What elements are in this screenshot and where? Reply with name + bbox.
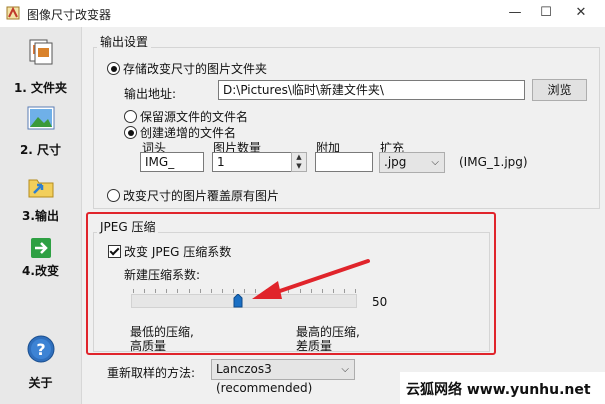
window-title: 图像尺寸改变器 <box>27 8 112 22</box>
sidebar-item-label: 1. 文件夹 <box>13 81 68 95</box>
sidebar-item-label: 2. 尺寸 <box>19 143 62 157</box>
keep-name-label: 保留源文件的文件名 <box>140 110 249 124</box>
minimize-button[interactable]: — <box>507 5 523 21</box>
app-icon <box>6 6 20 20</box>
output-address-input[interactable]: D:\Pictures\临时\新建文件夹\ <box>218 80 525 100</box>
output-folder-icon <box>28 179 54 198</box>
prefix-input[interactable]: IMG_ <box>140 152 204 172</box>
slider-tick <box>232 289 234 293</box>
folder-document-icon <box>29 39 53 65</box>
resample-label: 重新取样的方法: <box>107 366 196 380</box>
overwrite-radio[interactable] <box>107 189 120 202</box>
title-bar: 图像尺寸改变器 — ☐ ✕ <box>0 0 605 27</box>
resample-select[interactable]: Lanczos3 (recommended) ⌵ <box>211 359 355 395</box>
image-count-stepper[interactable]: ▲ ▼ <box>291 152 307 172</box>
compression-slider-label: 新建压缩系数: <box>124 268 201 282</box>
slider-tick <box>155 289 157 293</box>
overwrite-label: 改变尺寸的图片覆盖原有图片 <box>123 189 280 203</box>
image-count-input[interactable]: 1 <box>212 152 292 172</box>
suffix-input[interactable] <box>315 152 373 172</box>
browse-button[interactable]: 浏览 <box>532 79 587 101</box>
slider-tick <box>210 289 212 293</box>
close-button[interactable]: ✕ <box>573 5 589 21</box>
slider-tick <box>144 289 146 293</box>
stepper-down-icon[interactable]: ▼ <box>292 162 306 171</box>
sidebar-item-about[interactable]: ? 关于 <box>0 332 81 394</box>
output-settings-title: 输出设置 <box>97 33 152 50</box>
stepper-up-icon[interactable]: ▲ <box>292 153 306 162</box>
resample-value: Lanczos3 (recommended) <box>216 362 313 395</box>
sidebar-item-label: 3.输出 <box>22 209 59 223</box>
low-compression-label-2: 高质量 <box>130 339 167 353</box>
output-address-label: 输出地址: <box>124 87 177 101</box>
high-compression-label-2: 差质量 <box>296 339 333 353</box>
slider-tick <box>166 289 168 293</box>
slider-tick <box>177 289 179 293</box>
slider-tick <box>133 289 134 293</box>
slider-tick <box>221 289 223 293</box>
annotation-arrow-icon <box>252 259 370 299</box>
extension-select[interactable]: .jpg ⌵ <box>379 152 445 173</box>
increment-name-radio[interactable] <box>124 126 137 139</box>
sidebar-item-folder[interactable]: 1. 文件夹 <box>0 33 81 95</box>
slider-tick <box>199 289 201 293</box>
sidebar-item-change[interactable]: 4.改变 <box>0 232 81 284</box>
sidebar-item-size[interactable]: 2. 尺寸 <box>0 103 81 159</box>
filename-example: (IMG_1.jpg) <box>459 155 528 169</box>
chevron-down-icon: ⌵ <box>341 364 349 375</box>
jpeg-compression-title: JPEG 压缩 <box>97 218 159 235</box>
slider-tick <box>188 289 190 293</box>
keep-name-radio[interactable] <box>124 110 137 123</box>
help-icon: ? <box>27 335 55 363</box>
change-jpeg-label: 改变 JPEG 压缩系数 <box>124 245 232 259</box>
extension-value: .jpg <box>384 155 407 169</box>
maximize-button[interactable]: ☐ <box>538 5 554 21</box>
green-arrow-icon <box>31 238 51 258</box>
sidebar-item-output[interactable]: 3.输出 <box>0 169 81 227</box>
store-folder-radio[interactable] <box>107 62 120 75</box>
landscape-image-icon <box>27 106 55 130</box>
chevron-down-icon: ⌵ <box>431 157 439 168</box>
watermark-text: 云狐网络 www.yunhu.net <box>406 382 591 398</box>
store-folder-label: 存储改变尺寸的图片文件夹 <box>123 62 268 76</box>
sidebar-item-label: 关于 <box>28 376 53 390</box>
change-jpeg-checkbox[interactable] <box>108 245 121 258</box>
sidebar: 1. 文件夹 2. 尺寸 3.输出 4.改变 ? 关于 <box>0 27 82 404</box>
svg-text:?: ? <box>36 340 45 359</box>
sidebar-item-label: 4.改变 <box>22 264 59 278</box>
